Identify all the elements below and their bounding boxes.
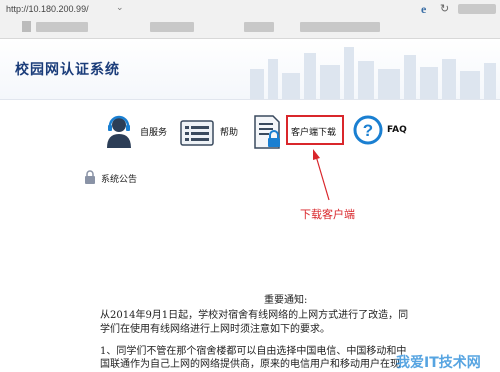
favorites-item[interactable] [36,22,88,32]
nav-self-service-label: 自服务 [140,128,168,138]
blurred-toolbar [458,4,496,14]
favorites-item[interactable] [150,22,194,32]
nav-self-service[interactable]: 自服务 [104,114,170,150]
favorites-item[interactable] [244,22,274,32]
nav-help[interactable]: 帮助 [180,114,244,150]
address-dropdown-icon[interactable]: ⌄ [116,3,124,13]
lock-icon [85,170,95,184]
nav-faq-label: FAQ [387,125,407,135]
system-notice-link[interactable]: 系统公告 [101,172,137,185]
system-title: 校园网认证系统 [15,62,120,78]
notice-paragraph-line: 学们在使用有线网络进行上网时须注意如下的要求。 [100,324,330,335]
secure-document-icon [254,115,280,149]
nav-client-download-label[interactable]: 客户端下载 [291,125,336,138]
annotation-label: 下载客户端 [300,208,355,221]
document-list-icon [180,120,214,146]
notice-title: 重要通知: [264,295,308,306]
address-bar[interactable]: http://10.180.200.99/ [6,4,89,14]
browser-chrome: http://10.180.200.99/ ⌄ e ↻ [0,0,500,39]
watermark: 我爱IT技术网 [396,355,481,371]
ie-compat-icon[interactable]: e [421,2,426,17]
question-mark-icon: ? [353,115,383,145]
favorites-item[interactable] [300,22,380,32]
notice-paragraph-line: 从2014年9月1日起，学校对宿舍有线网络的上网方式进行了改造，同 [100,310,409,321]
nav-faq[interactable]: ? FAQ [353,114,413,150]
svg-text:?: ? [363,121,373,140]
city-skyline-image [250,47,496,99]
site-header: 校园网认证系统 [0,39,500,100]
favorite-icon [22,21,31,32]
refresh-icon[interactable]: ↻ [440,2,449,15]
support-agent-icon [107,115,131,148]
nav-help-label: 帮助 [220,128,239,138]
